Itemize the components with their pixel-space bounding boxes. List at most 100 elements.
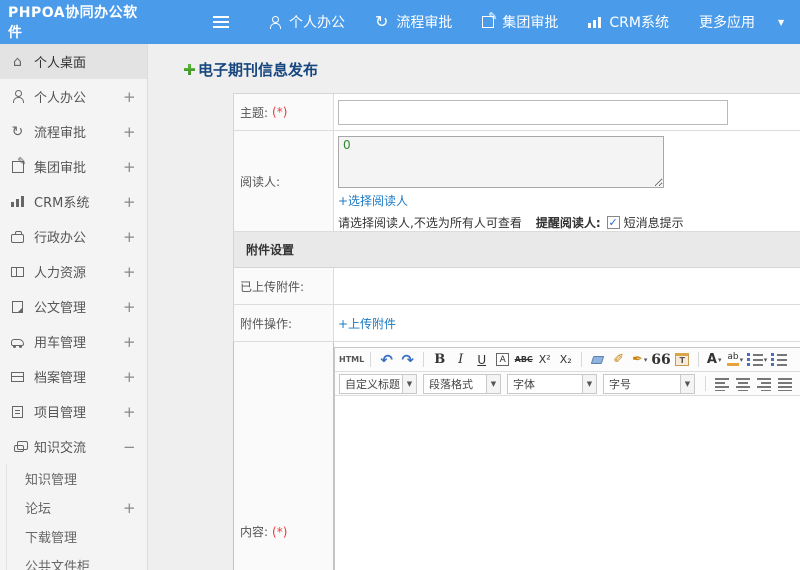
edit-icon: ✎ bbox=[9, 156, 27, 173]
nav-item-process-approval[interactable]: ↻ 流程审批 bbox=[360, 0, 467, 44]
nav-item-more-apps[interactable]: 更多应用 bbox=[684, 0, 770, 44]
underline-button[interactable]: U bbox=[472, 350, 491, 370]
more-apps-dropdown[interactable]: ▼ bbox=[770, 0, 790, 44]
edit-icon: ✎ bbox=[482, 11, 497, 28]
sidebar-item-crm[interactable]: CRM系统 + bbox=[0, 184, 147, 219]
expand-toggle[interactable]: + bbox=[123, 499, 136, 517]
nav-item-crm[interactable]: CRM系统 bbox=[573, 0, 684, 44]
sidebar-item-personal-desktop[interactable]: ⌂ 个人桌面 bbox=[0, 44, 147, 79]
nav-item-label: CRM系统 bbox=[609, 15, 669, 31]
attachment-op-row: 附件操作: +上传附件 bbox=[234, 305, 800, 342]
superscript-button[interactable]: X² bbox=[535, 350, 554, 370]
sms-label: 短消息提示 bbox=[623, 216, 684, 230]
expand-toggle[interactable]: + bbox=[123, 228, 136, 246]
font-size-select[interactable]: 字号 ▼ bbox=[603, 373, 695, 394]
subscript-button[interactable]: X₂ bbox=[556, 350, 575, 370]
html-source-button[interactable]: HTML bbox=[339, 350, 364, 370]
nav-item-personal-office[interactable]: 个人办公 bbox=[254, 0, 360, 44]
highlight-button[interactable]: ab ▾ bbox=[726, 350, 745, 370]
sidebar-item-group-approval[interactable]: ✎ 集团审批 + bbox=[0, 149, 147, 184]
strikethrough-button[interactable]: ABC bbox=[514, 350, 533, 370]
expand-toggle[interactable]: + bbox=[123, 333, 136, 351]
justify-icon bbox=[777, 376, 792, 391]
sidebar-item-project-mgmt[interactable]: 项目管理 + bbox=[0, 394, 147, 429]
brush-icon: ✐ bbox=[613, 352, 625, 367]
autotypeset-button[interactable]: ✒ ▾ bbox=[630, 350, 649, 370]
sidebar-item-hr[interactable]: 人力资源 + bbox=[0, 254, 147, 289]
sidebar-subitem-download-mgmt[interactable]: 下载管理 bbox=[7, 522, 147, 551]
italic-button[interactable]: I bbox=[451, 350, 470, 370]
nav-item-label: 更多应用 bbox=[699, 15, 755, 31]
person-icon bbox=[9, 90, 26, 103]
expand-toggle[interactable]: + bbox=[123, 193, 136, 211]
sidebar: ⌂ 个人桌面 个人办公 + ↻ 流程审批 + ✎ 集团审批 + CRM系统 + … bbox=[0, 44, 148, 570]
upload-attachment-link[interactable]: +上传附件 bbox=[338, 315, 800, 332]
font-border-button[interactable]: A bbox=[496, 353, 510, 366]
book-icon bbox=[9, 266, 26, 277]
align-left-button[interactable] bbox=[712, 374, 731, 394]
expand-toggle[interactable]: + bbox=[123, 263, 136, 281]
subject-input[interactable] bbox=[338, 99, 728, 125]
format-brush-button[interactable]: ✐ bbox=[609, 350, 628, 370]
align-left-icon bbox=[714, 376, 729, 391]
sidebar-subitem-forum[interactable]: 论坛 + bbox=[7, 493, 147, 522]
expand-toggle[interactable]: + bbox=[123, 298, 136, 316]
redo-button[interactable]: ↷ bbox=[398, 350, 417, 370]
navbar-menu: 个人办公 ↻ 流程审批 ✎ 集团审批 CRM系统 更多应用 ▼ bbox=[254, 0, 790, 44]
sidebar-toggle-button[interactable] bbox=[206, 7, 236, 37]
sidebar-item-knowledge-exchange[interactable]: 知识交流 − bbox=[0, 429, 147, 464]
page-title: 电子期刊信息发布 bbox=[184, 59, 800, 80]
required-mark: (*) bbox=[272, 105, 288, 119]
sidebar-item-vehicle-mgmt[interactable]: 用车管理 + bbox=[0, 324, 147, 359]
font-color-button[interactable]: A ▾ bbox=[705, 350, 724, 370]
sidebar-subitem-knowledge-mgmt[interactable]: 知识管理 bbox=[7, 464, 147, 493]
unordered-list-button[interactable] bbox=[769, 350, 788, 370]
expand-toggle[interactable]: + bbox=[123, 123, 136, 141]
expand-toggle[interactable]: + bbox=[123, 368, 136, 386]
eraser-button[interactable] bbox=[588, 350, 607, 370]
bar-chart-icon bbox=[588, 16, 602, 28]
nav-item-label: 流程审批 bbox=[396, 15, 453, 31]
uploaded-attachments-row: 已上传附件: bbox=[234, 268, 800, 305]
heading-select[interactable]: 自定义标题 ▼ bbox=[339, 373, 417, 394]
subject-row: 主题: (*) bbox=[234, 94, 800, 131]
unordered-list-icon bbox=[770, 353, 787, 366]
nav-item-label: 集团审批 bbox=[502, 15, 559, 31]
editor-canvas[interactable] bbox=[335, 396, 800, 570]
expand-toggle[interactable]: + bbox=[123, 88, 136, 106]
paste-text-button[interactable]: T bbox=[673, 350, 692, 370]
undo-button[interactable]: ↶ bbox=[377, 350, 396, 370]
bold-button[interactable]: B bbox=[430, 350, 449, 370]
editor-toolbar-row1: HTML ↶ ↷ B I U A ABC X² X₂ ✐ ✒ ▾ 66 T A … bbox=[335, 348, 800, 372]
toolbar-separator bbox=[581, 352, 583, 367]
knowledge-exchange-submenu: 知识管理 论坛 + 下载管理 公共文件柜 bbox=[6, 464, 147, 570]
collapse-toggle[interactable]: − bbox=[123, 438, 136, 456]
blockquote-button[interactable]: 66 bbox=[651, 350, 670, 370]
notebook-icon bbox=[9, 405, 26, 418]
align-center-button[interactable] bbox=[733, 374, 752, 394]
sidebar-item-archive-mgmt[interactable]: 档案管理 + bbox=[0, 359, 147, 394]
expand-toggle[interactable]: + bbox=[123, 158, 136, 176]
expand-toggle[interactable]: + bbox=[123, 403, 136, 421]
sidebar-subitem-public-file-cabinet[interactable]: 公共文件柜 bbox=[7, 551, 147, 570]
sidebar-item-document-mgmt[interactable]: 公文管理 + bbox=[0, 289, 147, 324]
align-right-button[interactable] bbox=[754, 374, 773, 394]
readers-textarea[interactable]: 0 bbox=[338, 136, 664, 188]
paragraph-format-select[interactable]: 段落格式 ▼ bbox=[423, 373, 501, 394]
chat-icon bbox=[9, 441, 28, 452]
sidebar-item-process-approval[interactable]: ↻ 流程审批 + bbox=[0, 114, 147, 149]
clipboard-icon: T bbox=[675, 353, 690, 366]
eraser-icon bbox=[590, 355, 605, 364]
ordered-list-button[interactable]: ▾ bbox=[746, 350, 767, 370]
font-family-select[interactable]: 字体 ▼ bbox=[507, 373, 597, 394]
sidebar-item-personal-office[interactable]: 个人办公 + bbox=[0, 79, 147, 114]
select-readers-link[interactable]: +选择阅读人 bbox=[338, 192, 408, 209]
insert-link-button[interactable]: ∞ bbox=[796, 374, 800, 394]
justify-button[interactable] bbox=[775, 374, 794, 394]
chevron-down-icon: ▼ bbox=[402, 374, 416, 393]
nav-item-group-approval[interactable]: ✎ 集团审批 bbox=[467, 0, 573, 44]
sms-checkbox[interactable]: ✓ bbox=[606, 216, 620, 229]
sidebar-item-admin-office[interactable]: 行政办公 + bbox=[0, 219, 147, 254]
brush-icon: ✒ bbox=[632, 352, 643, 367]
document-icon bbox=[9, 300, 26, 313]
